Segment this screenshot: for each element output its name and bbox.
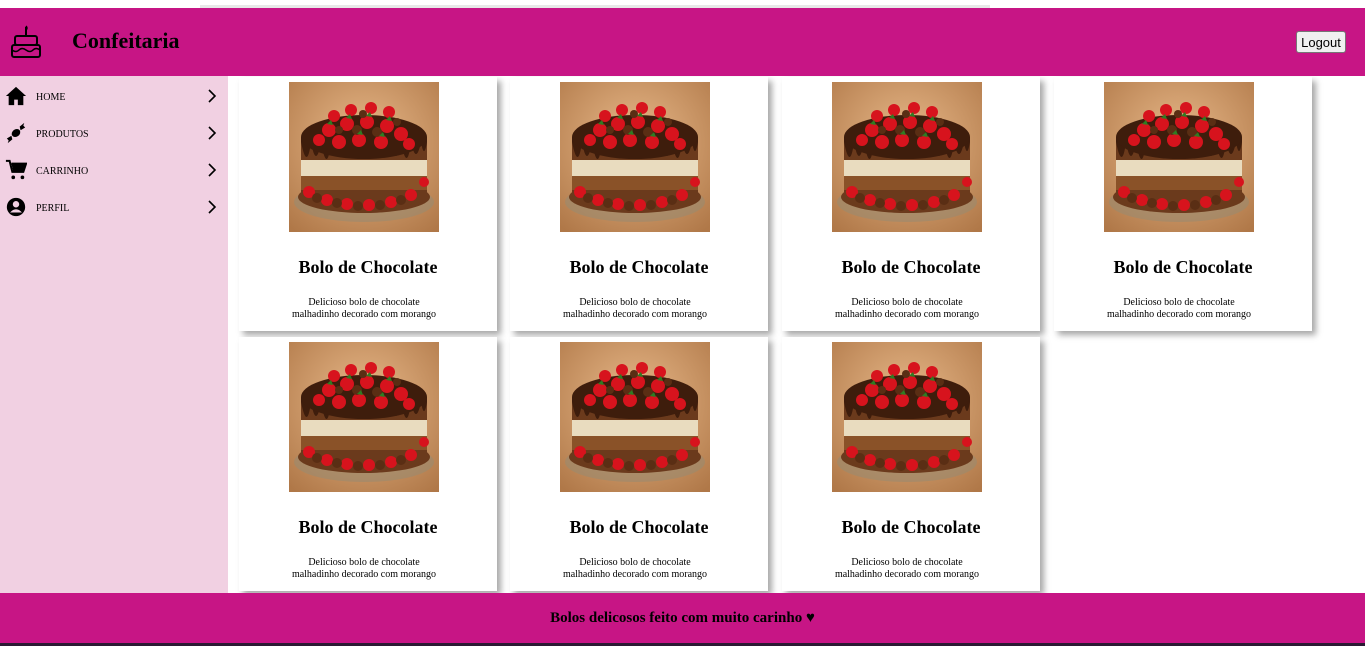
sidebar-item-label: PRODUTOS [36,129,89,140]
product-description: Delicioso bolo de chocolate malhadinho d… [291,557,437,580]
sidebar-item-home[interactable]: HOME [0,81,228,111]
product-card[interactable]: Bolo de Chocolate Delicioso bolo de choc… [239,337,497,591]
product-title: Bolo de Chocolate [298,517,438,537]
logout-button[interactable]: Logout [1296,31,1346,53]
sidebar-item-label: PERFIL [36,203,70,214]
product-grid: Bolo de Chocolate Delicioso bolo de choc… [228,76,1365,593]
product-card[interactable]: Bolo de Chocolate Delicioso bolo de choc… [239,77,497,331]
cake-image [832,82,982,232]
cart-icon [5,159,27,180]
product-description: Delicioso bolo de chocolate malhadinho d… [291,297,437,320]
chevron-right-icon [208,126,217,140]
product-card[interactable]: Bolo de Chocolate Delicioso bolo de choc… [510,77,768,331]
brand-title: Confeitaria [72,28,180,53]
sidebar-item-label: CARRINHO [36,166,89,177]
app-footer: Bolos delicosos feito com muito carinho … [0,593,1365,643]
sidebar-item-carrinho[interactable]: CARRINHO [0,155,228,185]
home-icon [5,86,27,106]
product-card[interactable]: Bolo de Chocolate Delicioso bolo de choc… [782,337,1040,591]
sidebar: HOME PRODUTOS CARRINHO PERFIL [0,76,228,593]
cake-image [1104,82,1254,232]
product-title: Bolo de Chocolate [841,257,981,277]
sidebar-item-perfil[interactable]: PERFIL [0,192,228,222]
cake-icon [11,25,41,58]
profile-icon [6,197,26,217]
app-header: Confeitaria Logout [0,8,1365,76]
product-description: Delicioso bolo de chocolate malhadinho d… [834,557,980,580]
sidebar-item-produtos[interactable]: PRODUTOS [0,118,228,148]
chevron-right-icon [208,200,217,214]
browser-top-strip [0,0,1365,8]
product-title: Bolo de Chocolate [569,517,709,537]
candy-icon [6,122,26,144]
product-description: Delicioso bolo de chocolate malhadinho d… [834,297,980,320]
product-title: Bolo de Chocolate [298,257,438,277]
product-card[interactable]: Bolo de Chocolate Delicioso bolo de choc… [510,337,768,591]
footer-text: Bolos delicosos feito com muito carinho … [550,610,815,626]
product-title: Bolo de Chocolate [569,257,709,277]
sidebar-item-label: HOME [36,92,66,103]
product-card[interactable]: Bolo de Chocolate Delicioso bolo de choc… [782,77,1040,331]
cake-image [832,342,982,492]
chevron-right-icon [208,163,217,177]
chevron-right-icon [208,89,217,103]
cake-image [289,82,439,232]
product-description: Delicioso bolo de chocolate malhadinho d… [562,557,708,580]
cake-image [560,342,710,492]
product-title: Bolo de Chocolate [841,517,981,537]
product-description: Delicioso bolo de chocolate malhadinho d… [1106,297,1252,320]
product-description: Delicioso bolo de chocolate malhadinho d… [562,297,708,320]
cake-image [289,342,439,492]
cake-image [560,82,710,232]
product-title: Bolo de Chocolate [1113,257,1253,277]
product-card[interactable]: Bolo de Chocolate Delicioso bolo de choc… [1054,77,1312,331]
